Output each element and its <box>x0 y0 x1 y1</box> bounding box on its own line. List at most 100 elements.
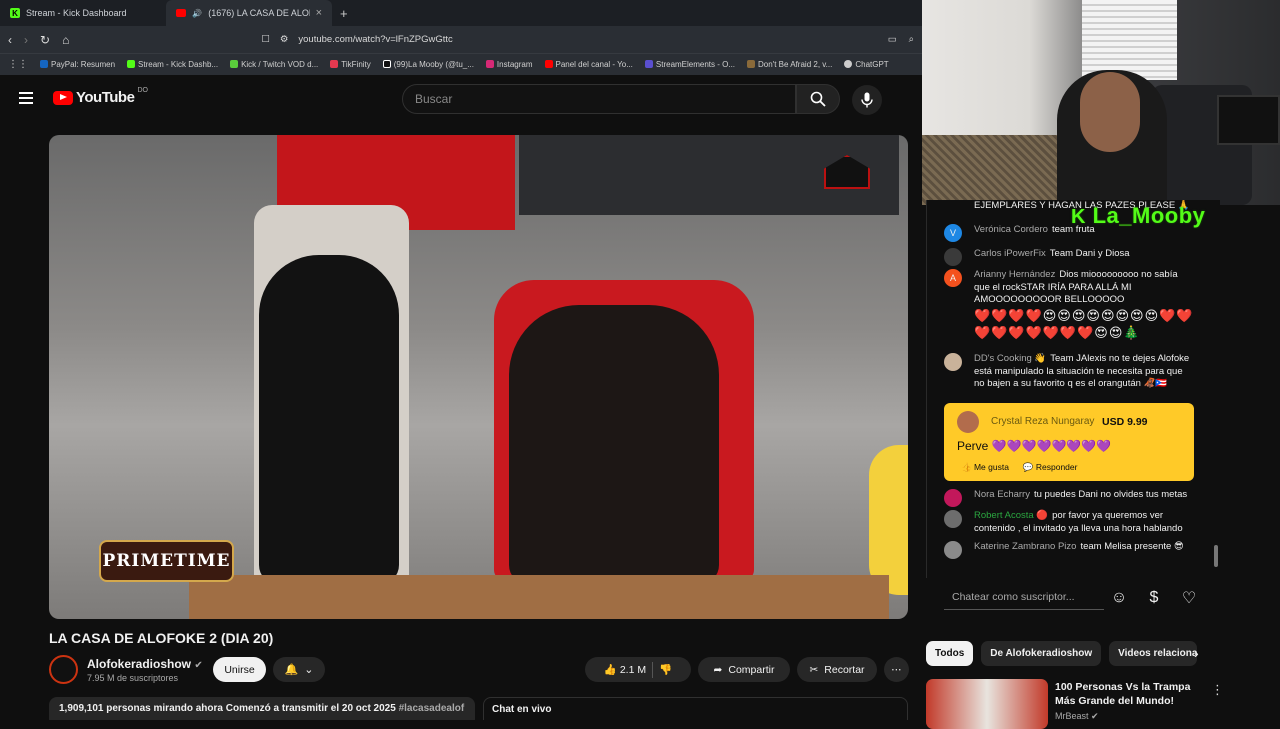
zoom-icon[interactable]: ⌕ <box>909 34 914 45</box>
chat-scrollbar[interactable] <box>1212 200 1220 578</box>
clip-button[interactable]: ✂ Recortar <box>797 657 877 682</box>
kick-logo-icon: K <box>1071 206 1086 228</box>
chip-all[interactable]: Todos <box>926 641 974 666</box>
avatar <box>944 248 962 266</box>
primetime-badge: PRIMETIME <box>99 540 234 582</box>
super-chat-amount: USD 9.99 <box>1102 416 1148 428</box>
youtube-play-icon <box>53 90 73 105</box>
heart-icon[interactable]: ♡ <box>1179 588 1199 608</box>
bookmark-item[interactable]: Stream - Kick Dashb... <box>127 60 218 69</box>
bookmark-item[interactable]: ChatGPT <box>844 60 889 69</box>
search-button[interactable] <box>796 84 840 114</box>
channel-name[interactable]: Alofokeradioshow ✔ <box>87 657 203 671</box>
avatar <box>957 411 979 433</box>
join-button[interactable]: Unirse <box>213 657 266 682</box>
hamburger-menu-icon[interactable] <box>19 92 33 104</box>
live-chat-header: Chat en vivo <box>483 697 908 720</box>
emoji-icon[interactable]: ☺ <box>1109 588 1129 608</box>
url-text[interactable]: youtube.com/watch?v=lFnZPGwGttc <box>298 34 452 45</box>
seated-person <box>259 255 399 585</box>
coffee-table <box>189 575 889 619</box>
url-box[interactable]: ☐ ⚙ youtube.com/watch?v=lFnZPGwGttc <box>261 34 875 45</box>
voice-search-button[interactable] <box>852 85 882 115</box>
bookmark-item[interactable]: TikFinity <box>330 60 371 69</box>
search-input[interactable]: Buscar <box>402 84 796 114</box>
address-bar: ‹ › ↻ ⌂ ☐ ⚙ youtube.com/watch?v=lFnZPGwG… <box>0 26 922 53</box>
webcam-overlay <box>922 0 1280 205</box>
super-chat-icon[interactable]: $ <box>1144 588 1164 608</box>
scroll-thumb[interactable] <box>1214 545 1218 567</box>
thumbs-up-icon: 👍 <box>603 664 617 676</box>
speaker-icon[interactable]: 🔊 <box>192 9 202 18</box>
apps-icon[interactable]: ⋮⋮ <box>8 59 28 70</box>
emoji-row: ❤️❤️❤️❤️😍😍😍😍😍😍😍😍❤️❤️❤️❤️❤️❤️❤️❤️❤️😍😍🎄 <box>974 307 1194 340</box>
youtube-icon <box>176 9 187 17</box>
super-chat-author: Crystal Reza Nungaray <box>991 416 1095 427</box>
description-box[interactable]: 1,909,101 personas mirando ahora Comenzó… <box>49 697 475 720</box>
avatar: V <box>944 224 962 242</box>
super-chat: Crystal Reza Nungaray USD 9.99 Perve 💜💜💜… <box>944 403 1194 481</box>
bookmark-item[interactable]: StreamElements - O... <box>644 60 735 69</box>
more-actions-icon[interactable]: ⋯ <box>884 657 909 682</box>
reply-super-chat-button[interactable]: 💬 Responder <box>1023 462 1078 473</box>
like-dislike-group: 👍 2.1 M 👎 <box>585 657 691 682</box>
bookmark-item[interactable]: (99)La Mooby (@tu_... <box>382 60 474 69</box>
chip-channel[interactable]: De Alofokeradioshow <box>981 641 1102 666</box>
youtube-logo[interactable]: YouTube DO <box>53 87 148 106</box>
forward-icon[interactable]: › <box>24 33 28 47</box>
tab-bar: K Stream - Kick Dashboard 🔊 (1676) LA CA… <box>0 0 922 26</box>
recommendation-channel[interactable]: MrBeast ✔ <box>1055 711 1099 722</box>
chat-message: Robert Acosta 🔴 por favor ya queremos ver… <box>944 510 1194 535</box>
thumbs-down-icon[interactable]: 👎 <box>659 663 672 676</box>
home-icon[interactable]: ⌂ <box>62 33 69 47</box>
scissors-icon: ✂ <box>809 663 819 676</box>
streamer-face <box>1080 72 1140 152</box>
more-options-icon[interactable]: ⋮ <box>1211 682 1224 698</box>
avatar <box>944 489 962 507</box>
back-icon[interactable]: ‹ <box>8 33 12 47</box>
verified-icon: ✔ <box>194 660 203 671</box>
video-title: LA CASA DE ALOFOKE 2 (DIA 20) <box>49 630 274 646</box>
recommendation-thumbnail[interactable] <box>926 679 1048 729</box>
share-button[interactable]: ➦ Compartir <box>698 657 790 682</box>
recommendation-title[interactable]: 100 Personas Vs la Trampa Más Grande del… <box>1055 680 1205 708</box>
page-edge <box>1222 200 1280 720</box>
chat-message: A Arianny Hernández Dios miooooooooo no s… <box>944 269 1194 341</box>
chat-message: DD's Cooking 👋 Team JAlexis no te dejes A… <box>944 353 1194 391</box>
search-icon <box>810 91 826 107</box>
tab-label: Stream - Kick Dashboard <box>26 8 127 18</box>
avatar <box>944 510 962 528</box>
tab-label: (1676) LA CASA DE ALOFOKE <box>208 8 309 18</box>
reload-icon[interactable]: ↻ <box>40 33 50 47</box>
youtube-header: YouTube DO Buscar <box>0 75 922 125</box>
bookmark-item[interactable]: Kick / Twitch VOD d... <box>230 60 318 69</box>
window-blinds <box>1082 0 1177 80</box>
bookmark-item[interactable]: PayPal: Resumen <box>40 60 115 69</box>
like-button[interactable]: 👍 2.1 M <box>604 663 646 676</box>
close-tab-icon[interactable]: × <box>316 7 322 19</box>
tab-kick-dashboard[interactable]: K Stream - Kick Dashboard <box>0 0 166 26</box>
tab-youtube-video[interactable]: 🔊 (1676) LA CASA DE ALOFOKE × <box>166 0 332 26</box>
kick-icon: K <box>10 8 20 18</box>
bookmark-item[interactable]: Don't Be Afraid 2, v... <box>747 60 832 69</box>
channel-avatar[interactable] <box>49 655 78 684</box>
like-super-chat-button[interactable]: 👍 Me gusta <box>961 462 1009 473</box>
cast-icon[interactable]: ▭ <box>888 34 897 45</box>
subscriber-count: 7.95 M de suscriptores <box>87 673 179 683</box>
bookmark-item[interactable]: Instagram <box>485 60 533 69</box>
chat-input[interactable]: Chatear como suscriptor... <box>944 584 1104 610</box>
bookmark-item[interactable]: Panel del canal - Yo... <box>544 60 633 69</box>
background-monitor <box>1217 95 1280 145</box>
browser-window: K Stream - Kick Dashboard 🔊 (1676) LA CA… <box>0 0 922 720</box>
notifications-button[interactable]: 🔔 ⌄ <box>273 657 325 682</box>
video-player[interactable]: PRIMETIME <box>49 135 908 619</box>
bookmark-icon[interactable]: ☐ <box>261 34 270 45</box>
avatar: A <box>944 269 962 287</box>
chat-message: Nora Echarry tu puedes Dani no olvides tu… <box>944 489 1194 507</box>
site-info-icon[interactable]: ⚙ <box>280 34 289 45</box>
new-tab-button[interactable]: + <box>340 6 348 21</box>
divider <box>652 661 654 678</box>
hashtag-link[interactable]: #lacasadealof <box>399 703 465 714</box>
chip-related[interactable]: Videos relaciona <box>1109 641 1198 666</box>
chevron-right-icon[interactable]: › <box>1194 645 1199 661</box>
